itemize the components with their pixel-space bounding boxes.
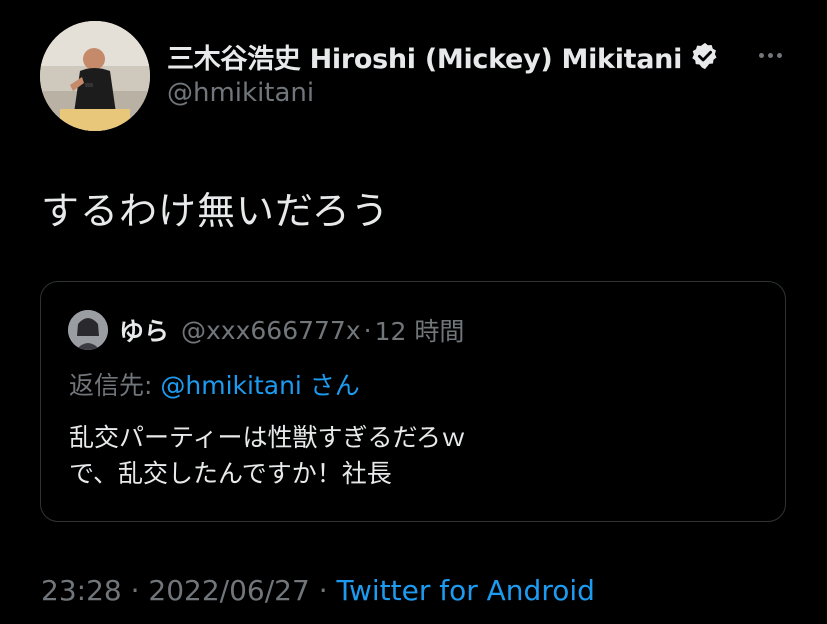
quoted-author-handle: @xxx666777x	[181, 315, 361, 345]
quoted-time: 12 時間	[374, 317, 465, 346]
more-dots-icon[interactable]	[752, 40, 788, 70]
separator: ·	[309, 574, 337, 607]
source-link[interactable]: Twitter for Android	[337, 574, 595, 607]
quoted-body-line: で、乱交したんですか！社長	[69, 459, 392, 488]
quoted-body-line: 乱交パーティーは性獣すぎるだろｗ	[69, 423, 467, 452]
author-display-name[interactable]: 三木谷浩史 Hiroshi (Mickey) Mikitani	[167, 37, 682, 76]
tweet-text: するわけ無いだろう	[41, 189, 390, 233]
dot	[767, 52, 773, 58]
author-handle[interactable]: @hmikitani	[167, 78, 314, 108]
author-name-row[interactable]: 三木谷浩史 Hiroshi (Mickey) Mikitani	[167, 36, 720, 76]
separator: ·	[121, 574, 149, 607]
tweet-date[interactable]: 2022/06/27	[148, 574, 309, 607]
quoted-author-name: ゆら	[119, 317, 170, 346]
dot	[758, 52, 764, 58]
quoted-author-avatar	[68, 310, 108, 350]
reply-mention-link[interactable]: @hmikitani	[160, 371, 301, 400]
reply-label: 返信先:	[69, 371, 161, 400]
quoted-tweet-card[interactable]: ゆら @xxx666777x · 12 時間 返信先: @hmikitani さ…	[40, 281, 786, 522]
verified-badge-icon	[690, 41, 720, 71]
reply-suffix: さん	[301, 371, 360, 400]
tweet-time[interactable]: 23:28	[41, 574, 122, 607]
reply-context: 返信先: @hmikitani さん	[69, 366, 360, 402]
dot-separator: ·	[363, 315, 372, 345]
quoted-body: 乱交パーティーは性獣すぎるだろｗ で、乱交したんですか！社長	[69, 420, 466, 492]
tweet-meta: 23:28 · 2022/06/27 · Twitter for Android	[41, 574, 595, 607]
dot	[776, 52, 782, 58]
quoted-header: ゆら @xxx666777x · 12 時間	[119, 310, 464, 350]
author-avatar[interactable]	[40, 21, 150, 131]
